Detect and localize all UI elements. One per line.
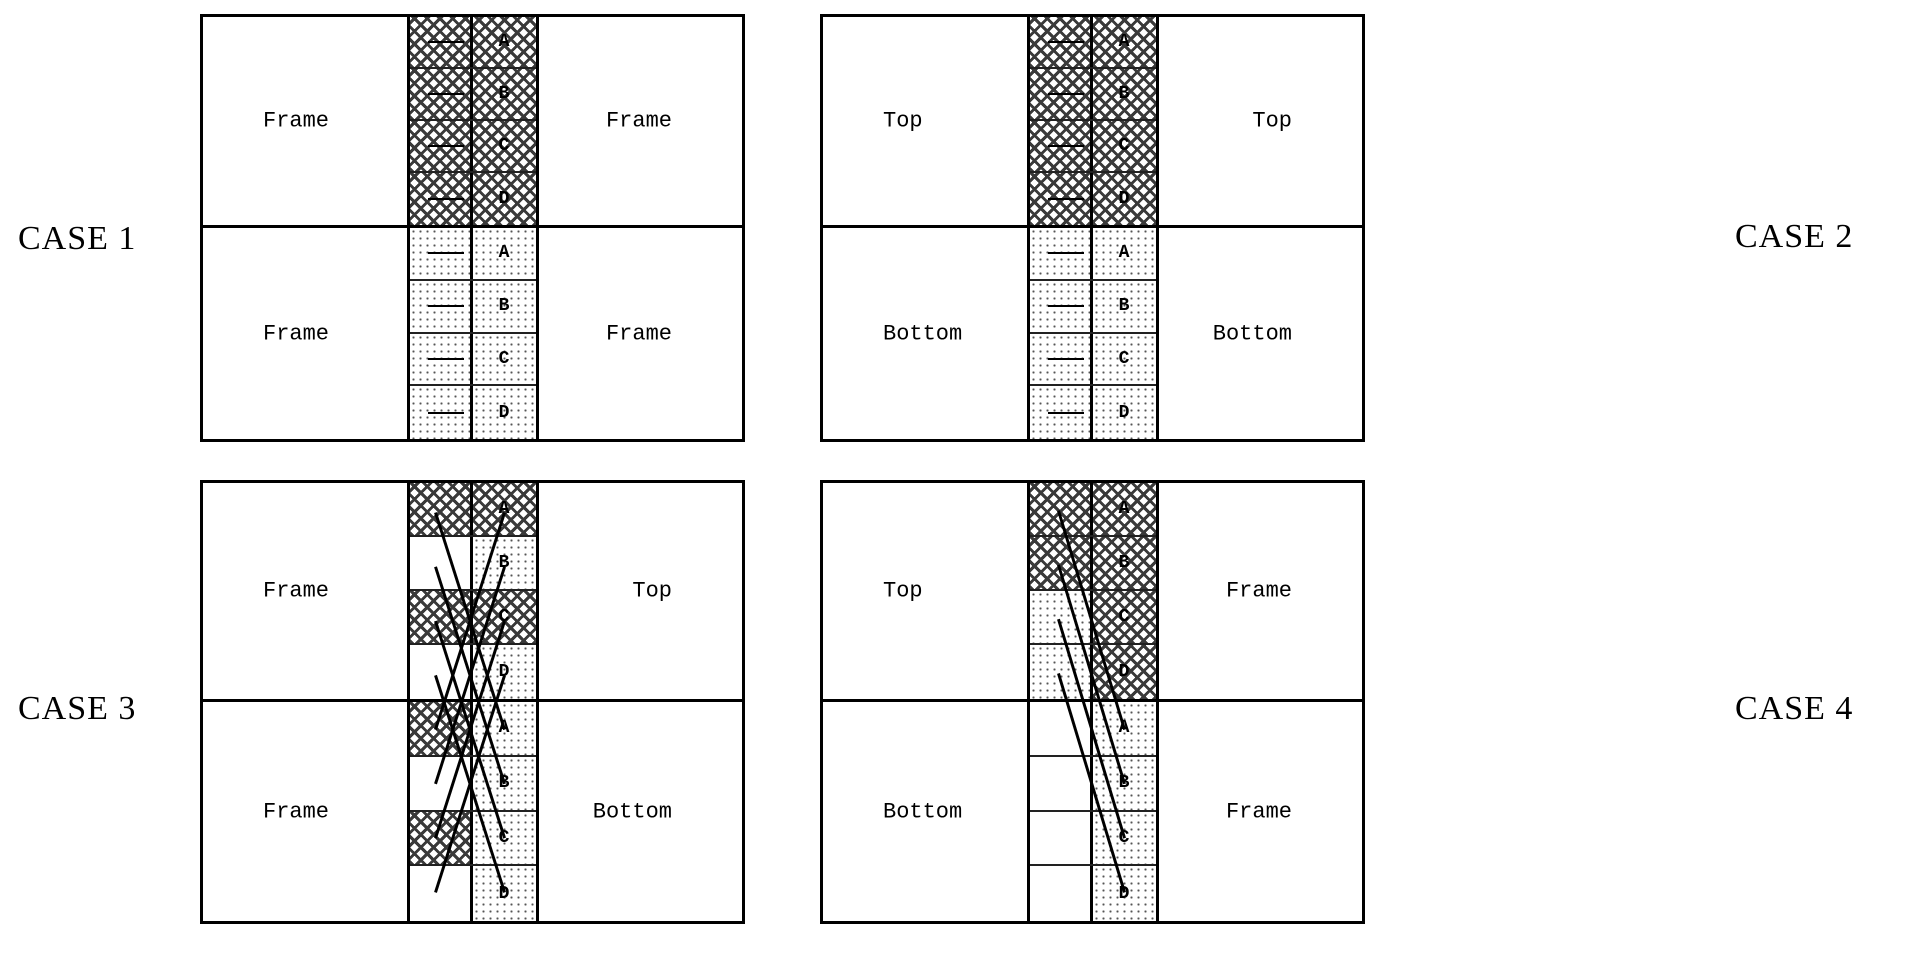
c4-top-left: Top [883, 579, 923, 604]
c1-top-right: Frame [606, 109, 672, 134]
c1-b-A: A [499, 243, 510, 263]
c2-b-D: D [1119, 403, 1130, 423]
c2-b-C: C [1119, 349, 1130, 369]
c4-b-C: C [1119, 828, 1130, 848]
c4-b-D: D [1119, 884, 1130, 904]
c4-b-B: B [1119, 773, 1130, 793]
c3-t-C: C [499, 607, 510, 627]
c2-bot-right: Bottom [1213, 321, 1292, 346]
c2-top-mid: A B C D [1027, 17, 1159, 225]
c4-bot-left: Bottom [883, 799, 962, 824]
c3-b-C: C [499, 828, 510, 848]
c4-top-right: Frame [1226, 579, 1292, 604]
c2-t-A: A [1119, 32, 1130, 52]
c3-top-right: Top [632, 579, 672, 604]
c3-bot-mid: A B C D [407, 702, 539, 921]
c1-t-D: D [499, 189, 510, 209]
case2-diagram: Top Top A B C D Bottom Bottom A B C D [820, 14, 1365, 442]
case1-label: CASE 1 [18, 220, 136, 258]
c1-top-mid: A B C D [407, 17, 539, 225]
c4-top-mid: A B C D [1027, 483, 1159, 699]
c4-bot-right: Frame [1226, 799, 1292, 824]
c3-t-A: A [499, 499, 510, 519]
c1-bot-left: Frame [263, 321, 329, 346]
c2-bot-left: Bottom [883, 321, 962, 346]
c1-t-C: C [499, 136, 510, 156]
case4-label: CASE 4 [1735, 690, 1853, 728]
case2-label: CASE 2 [1735, 218, 1853, 256]
c3-bot-right: Bottom [593, 799, 672, 824]
c2-t-C: C [1119, 136, 1130, 156]
c2-top-right: Top [1252, 109, 1292, 134]
c4-t-B: B [1119, 553, 1130, 573]
c3-t-B: B [499, 553, 510, 573]
c4-t-A: A [1119, 499, 1130, 519]
c3-b-A: A [499, 718, 510, 738]
c4-t-D: D [1119, 662, 1130, 682]
case1-diagram: Frame Frame A B C D Frame Frame A B C D [200, 14, 745, 442]
case4-diagram: Top Frame A B C D Bottom Frame A B C D [820, 480, 1365, 924]
c4-bot-mid: A B C D [1027, 702, 1159, 921]
c3-top-mid: A B C D [407, 483, 539, 699]
c1-b-B: B [499, 296, 510, 316]
c2-t-D: D [1119, 189, 1130, 209]
c4-b-A: A [1119, 718, 1130, 738]
c3-t-D: D [499, 662, 510, 682]
case3-label: CASE 3 [18, 690, 136, 728]
c1-bot-right: Frame [606, 321, 672, 346]
c3-bot-left: Frame [263, 799, 329, 824]
c2-t-B: B [1119, 84, 1130, 104]
c2-b-A: A [1119, 243, 1130, 263]
c2-bot-mid: A B C D [1027, 228, 1159, 439]
c3-b-B: B [499, 773, 510, 793]
c1-t-B: B [499, 84, 510, 104]
c1-b-C: C [499, 349, 510, 369]
c1-top-left: Frame [263, 109, 329, 134]
c3-top-left: Frame [263, 579, 329, 604]
c1-b-D: D [499, 403, 510, 423]
c1-t-A: A [499, 32, 510, 52]
c3-b-D: D [499, 884, 510, 904]
c2-top-left: Top [883, 109, 923, 134]
c1-bot-mid: A B C D [407, 228, 539, 439]
c4-t-C: C [1119, 607, 1130, 627]
c2-b-B: B [1119, 296, 1130, 316]
case3-diagram: Frame Top A B C D Frame Bottom A B C D [200, 480, 745, 924]
